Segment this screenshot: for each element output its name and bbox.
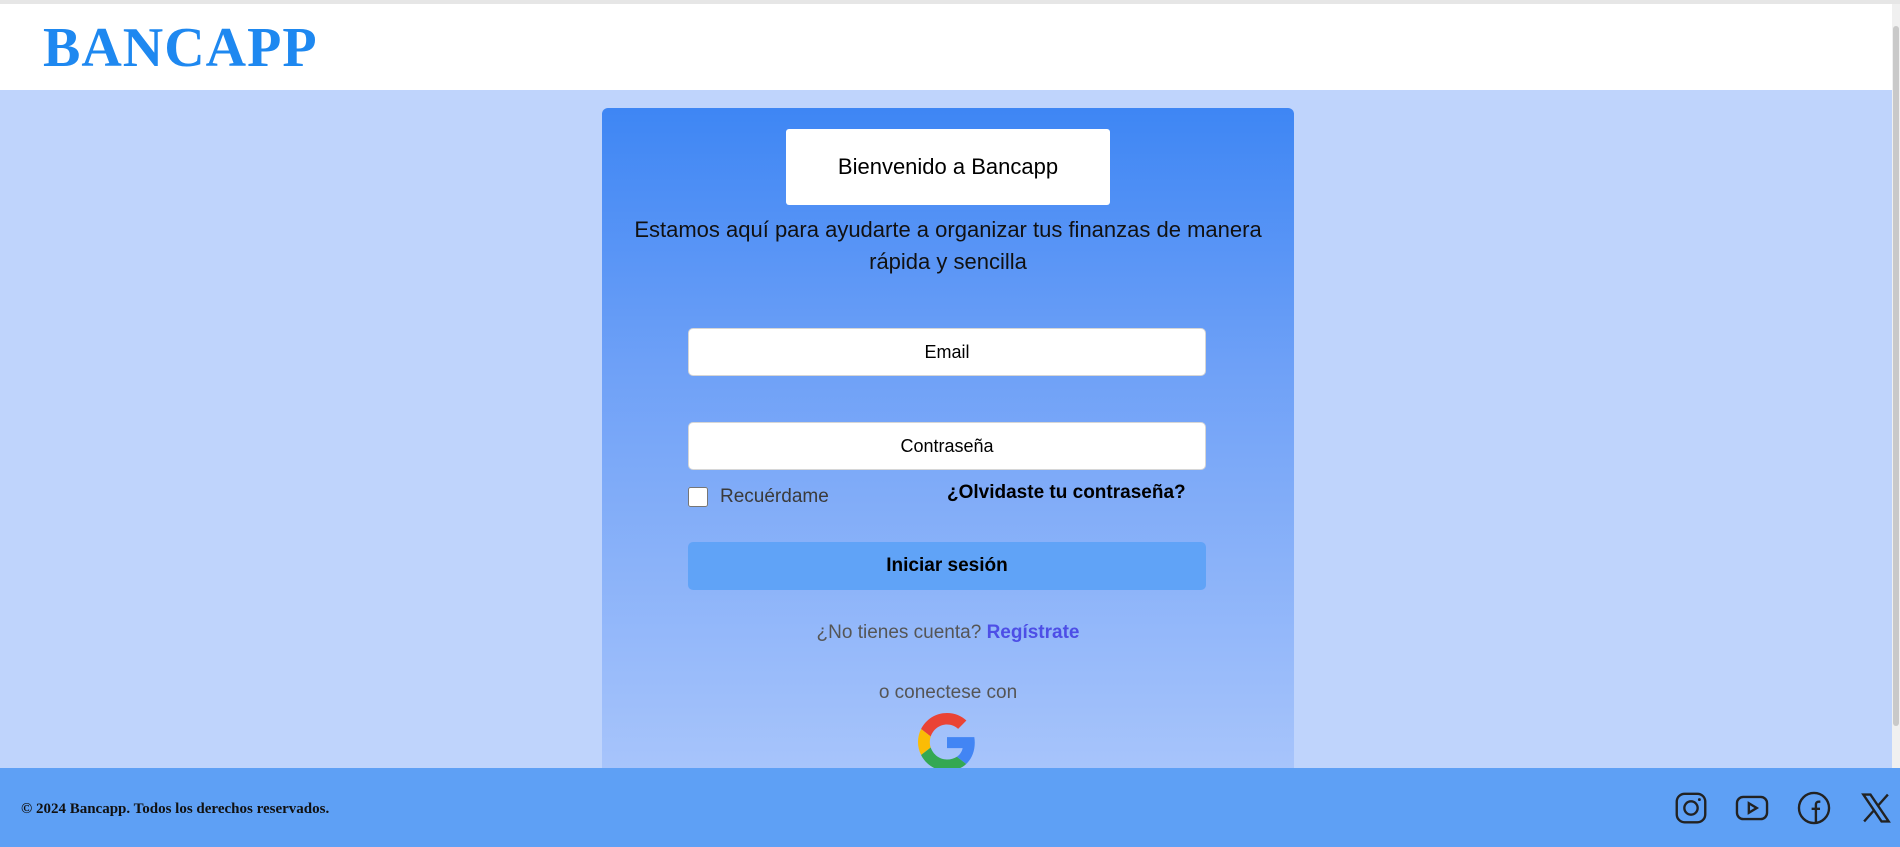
youtube-icon[interactable] bbox=[1733, 789, 1771, 827]
instagram-icon[interactable] bbox=[1672, 789, 1710, 827]
vertical-scrollbar[interactable] bbox=[1892, 4, 1900, 768]
bancapp-logo[interactable]: BANCAPP bbox=[43, 16, 318, 80]
site-header: BANCAPP bbox=[0, 4, 1900, 90]
copyright-text: © 2024 Bancapp. Todos los derechos reser… bbox=[21, 801, 330, 817]
email-input[interactable] bbox=[688, 328, 1206, 376]
remember-me-label: Recuérdame bbox=[720, 486, 829, 507]
facebook-icon[interactable] bbox=[1795, 789, 1833, 827]
scrollbar-thumb[interactable] bbox=[1893, 26, 1899, 726]
no-account-row: ¿No tienes cuenta? Regístrate bbox=[602, 622, 1294, 644]
google-icon[interactable] bbox=[918, 713, 976, 771]
x-icon[interactable] bbox=[1857, 789, 1895, 827]
remember-me[interactable]: Recuérdame bbox=[688, 484, 829, 510]
password-input[interactable] bbox=[688, 422, 1206, 470]
welcome-title: Bienvenido a Bancapp bbox=[786, 129, 1110, 205]
welcome-subtitle: Estamos aquí para ayudarte a organizar t… bbox=[634, 217, 1262, 274]
register-link[interactable]: Regístrate bbox=[987, 622, 1080, 643]
site-footer: © 2024 Bancapp. Todos los derechos reser… bbox=[0, 768, 1900, 847]
forgot-password-link[interactable]: ¿Olvidaste tu contraseña? bbox=[947, 482, 1186, 504]
remember-me-checkbox[interactable] bbox=[688, 487, 708, 507]
login-button[interactable]: Iniciar sesión bbox=[688, 542, 1206, 590]
login-card: Bienvenido a Bancapp Estamos aquí para a… bbox=[602, 108, 1294, 771]
connect-with-text: o conectese con bbox=[878, 682, 1018, 703]
no-account-text: ¿No tienes cuenta? bbox=[816, 622, 982, 643]
